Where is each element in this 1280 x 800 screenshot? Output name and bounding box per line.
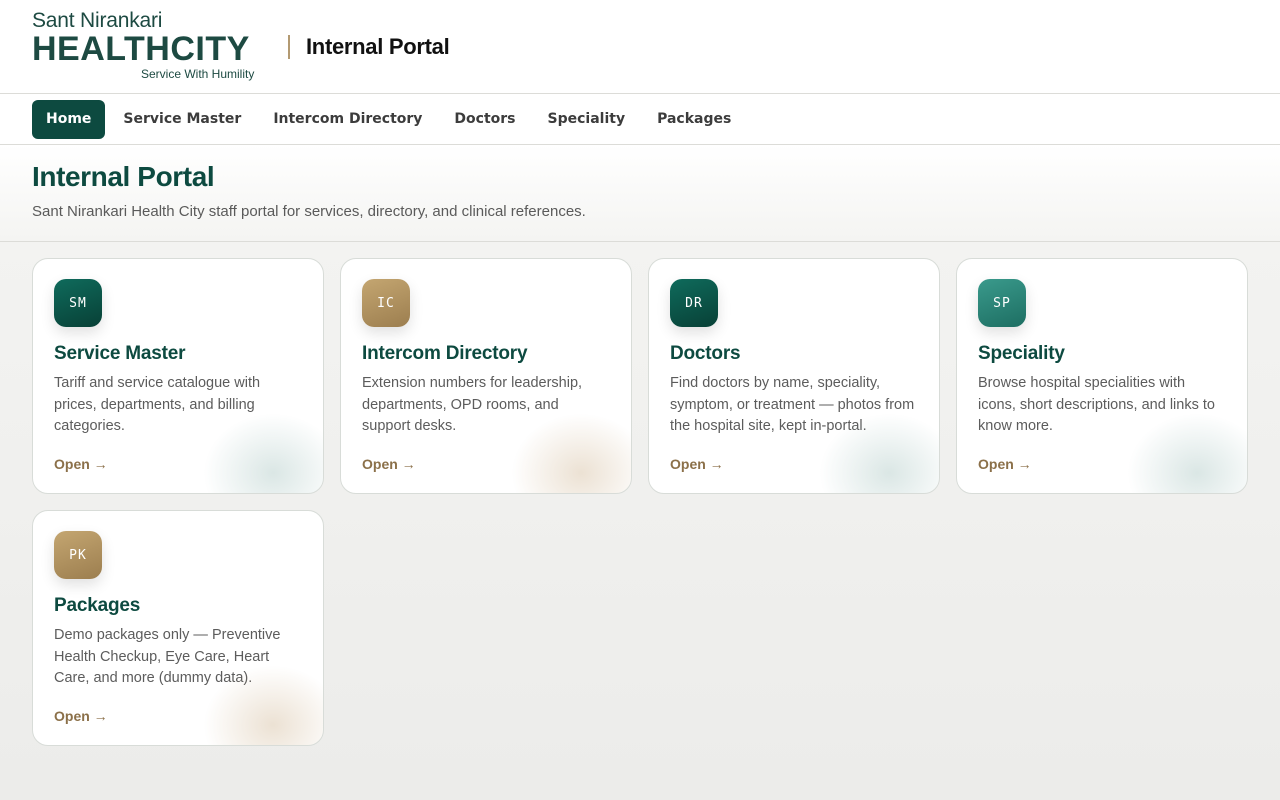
service-master-badge-icon: SM <box>54 279 102 327</box>
card-service-master[interactable]: SM Service Master Tariff and service cat… <box>32 258 324 494</box>
header-title: Internal Portal <box>306 33 450 59</box>
card-intercom-directory[interactable]: IC Intercom Directory Extension numbers … <box>340 258 632 494</box>
card-title: Speciality <box>978 343 1065 364</box>
card-title: Intercom Directory <box>362 343 528 364</box>
nav-speciality[interactable]: Speciality <box>532 100 642 139</box>
card-packages[interactable]: PK Packages Demo packages only — Prevent… <box>32 510 324 746</box>
hero-section: Internal Portal Sant Nirankari Health Ci… <box>0 145 1280 242</box>
speciality-badge-icon: SP <box>978 279 1026 327</box>
nav-home[interactable]: Home <box>32 99 106 139</box>
logo-tagline: Service With Humility <box>141 66 255 81</box>
intercom-directory-badge-icon: IC <box>362 279 410 327</box>
nav-service-master[interactable]: Service Master <box>107 100 257 139</box>
healthcity-logo[interactable]: Sant Nirankari HEALTHCITY Service With H… <box>32 9 266 83</box>
nav-intercom-directory[interactable]: Intercom Directory <box>257 100 438 139</box>
logo-line2: HEALTHCITY <box>32 29 250 68</box>
header-divider <box>288 34 290 59</box>
card-open-link[interactable]: Open → <box>670 456 724 472</box>
card-open-link[interactable]: Open → <box>54 456 108 472</box>
card-open-link[interactable]: Open → <box>54 708 108 724</box>
card-title: Service Master <box>54 343 186 364</box>
card-title: Packages <box>54 595 141 616</box>
module-grid: SM Service Master Tariff and service cat… <box>32 258 1248 746</box>
card-title: Doctors <box>670 343 741 364</box>
nav-packages[interactable]: Packages <box>641 100 747 139</box>
page-title: Internal Portal <box>32 161 215 192</box>
packages-badge-icon: PK <box>54 531 102 579</box>
card-doctors[interactable]: DR Doctors Find doctors by name, special… <box>648 258 940 494</box>
top-header: Sant Nirankari HEALTHCITY Service With H… <box>0 0 1280 94</box>
nav-doctors[interactable]: Doctors <box>438 100 531 139</box>
main-nav: Home Service Master Intercom Directory D… <box>0 94 1280 145</box>
card-open-link[interactable]: Open → <box>978 456 1032 472</box>
card-open-link[interactable]: Open → <box>362 456 416 472</box>
page-subtitle: Sant Nirankari Health City staff portal … <box>32 203 586 220</box>
doctors-badge-icon: DR <box>670 279 718 327</box>
card-speciality[interactable]: SP Speciality Browse hospital specialiti… <box>956 258 1248 494</box>
